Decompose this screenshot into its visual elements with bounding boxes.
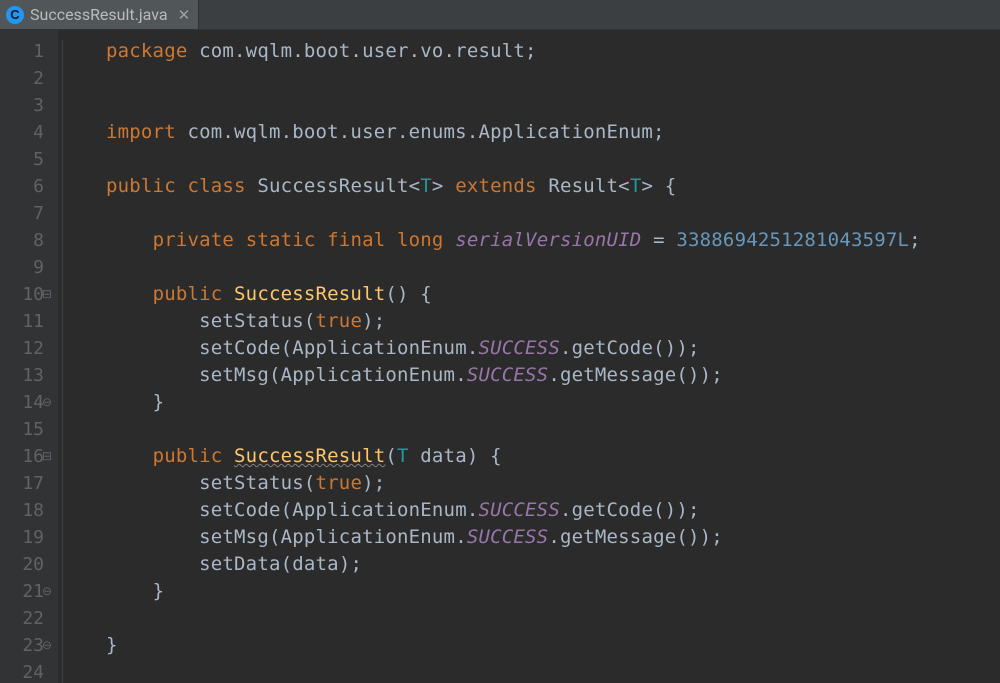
line-number: 4 [0, 119, 44, 146]
line-number: 21 [0, 578, 44, 605]
line-number: 11 [0, 308, 44, 335]
line-number: 20 [0, 551, 44, 578]
line-number: 3 [0, 92, 44, 119]
code-line[interactable] [106, 416, 1000, 443]
java-class-icon: C [6, 6, 24, 24]
line-number: 9 [0, 254, 44, 281]
line-number: 14 [0, 389, 44, 416]
fold-open-icon[interactable]: ⊟ [40, 281, 54, 308]
code-line[interactable] [106, 146, 1000, 173]
code-line[interactable] [106, 200, 1000, 227]
fold-close-icon[interactable]: ⊖ [40, 578, 54, 605]
code-line[interactable]: public class SuccessResult<T> extends Re… [106, 173, 1000, 200]
code-area[interactable]: package com.wqlm.boot.user.vo.result; imp… [106, 30, 1000, 683]
line-number: 19 [0, 524, 44, 551]
line-number: 7 [0, 200, 44, 227]
line-number: 17 [0, 470, 44, 497]
line-number: 15 [0, 416, 44, 443]
code-line[interactable]: setMsg(ApplicationEnum.SUCCESS.getMessag… [106, 524, 1000, 551]
code-line[interactable] [106, 65, 1000, 92]
line-number: 16 [0, 443, 44, 470]
fold-gutter: ⊟ ⊖ ⊟ ⊖ ⊖ [58, 30, 106, 683]
fold-open-icon[interactable]: ⊟ [40, 443, 54, 470]
line-number: 8 [0, 227, 44, 254]
code-line[interactable]: } [106, 632, 1000, 659]
line-number: 22 [0, 605, 44, 632]
line-number: 13 [0, 362, 44, 389]
tab-bar: C SuccessResult.java ✕ [0, 0, 1000, 30]
fold-close-icon[interactable]: ⊖ [40, 632, 54, 659]
file-tab[interactable]: C SuccessResult.java ✕ [0, 0, 199, 29]
code-line[interactable] [106, 659, 1000, 683]
fold-close-icon[interactable]: ⊖ [40, 389, 54, 416]
code-line[interactable]: setCode(ApplicationEnum.SUCCESS.getCode(… [106, 497, 1000, 524]
line-number: 1 [0, 38, 44, 65]
code-line[interactable]: public SuccessResult(T data) { [106, 443, 1000, 470]
code-line[interactable] [106, 254, 1000, 281]
code-line[interactable]: package com.wqlm.boot.user.vo.result; [106, 38, 1000, 65]
code-line[interactable]: setStatus(true); [106, 308, 1000, 335]
line-number: 2 [0, 65, 44, 92]
code-line[interactable]: } [106, 389, 1000, 416]
line-number: 23 [0, 632, 44, 659]
code-editor[interactable]: 1 2 3 4 5 6 7 8 9 10 11 12 13 14 15 16 1… [0, 30, 1000, 683]
code-line[interactable]: } [106, 578, 1000, 605]
code-line[interactable]: setData(data); [106, 551, 1000, 578]
code-line[interactable]: public SuccessResult() { [106, 281, 1000, 308]
close-icon[interactable]: ✕ [178, 6, 191, 24]
code-line[interactable]: private static final long serialVersionU… [106, 227, 1000, 254]
line-number: 24 [0, 659, 44, 683]
line-number: 18 [0, 497, 44, 524]
line-number: 12 [0, 335, 44, 362]
tab-filename: SuccessResult.java [30, 5, 168, 24]
code-line[interactable] [106, 92, 1000, 119]
code-line[interactable] [106, 605, 1000, 632]
code-line[interactable]: setStatus(true); [106, 470, 1000, 497]
line-number: 5 [0, 146, 44, 173]
line-number: 6 [0, 173, 44, 200]
line-number: 10 [0, 281, 44, 308]
code-line[interactable]: import com.wqlm.boot.user.enums.Applicat… [106, 119, 1000, 146]
code-line[interactable]: setCode(ApplicationEnum.SUCCESS.getCode(… [106, 335, 1000, 362]
code-line[interactable]: setMsg(ApplicationEnum.SUCCESS.getMessag… [106, 362, 1000, 389]
